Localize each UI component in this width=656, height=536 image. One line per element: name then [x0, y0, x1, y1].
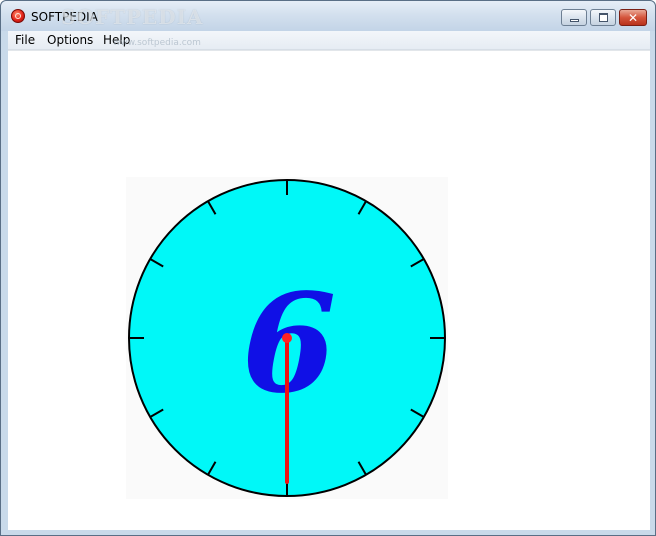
- app-window: SOFTPEDIA SOFTPEDIA ✕ File Options Help …: [0, 0, 656, 536]
- maximize-button[interactable]: [590, 9, 616, 26]
- close-icon: ✕: [628, 11, 639, 25]
- close-button[interactable]: ✕: [619, 9, 647, 26]
- menu-bar: File Options Help: [8, 31, 650, 50]
- menu-help[interactable]: Help: [103, 32, 130, 48]
- minimize-button[interactable]: [561, 9, 587, 26]
- clock-hub: [282, 333, 292, 343]
- maximize-icon: [599, 13, 608, 22]
- title-bar[interactable]: SOFTPEDIA SOFTPEDIA ✕: [1, 1, 655, 31]
- client-area: 6: [8, 50, 650, 530]
- app-icon[interactable]: [11, 9, 25, 23]
- window-title: SOFTPEDIA: [31, 10, 98, 24]
- minimize-icon: [570, 19, 579, 22]
- menu-file[interactable]: File: [15, 32, 35, 48]
- analog-clock: 6: [128, 179, 446, 497]
- menu-options[interactable]: Options: [47, 32, 93, 48]
- clock-panel: 6: [126, 177, 448, 499]
